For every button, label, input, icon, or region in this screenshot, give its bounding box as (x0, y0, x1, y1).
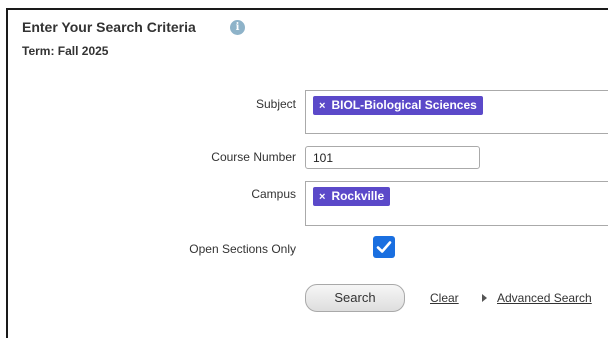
open-sections-checkbox[interactable] (373, 236, 395, 258)
subject-select[interactable]: × BIOL-Biological Sciences (305, 90, 608, 134)
subject-chip-label: BIOL-Biological Sciences (331, 98, 477, 112)
campus-chip: × Rockville (313, 187, 391, 207)
campus-select[interactable]: × Rockville (305, 181, 608, 226)
page-title: Enter Your Search Criteria (22, 19, 196, 35)
checkmark-icon (376, 241, 392, 253)
search-button[interactable]: Search (305, 284, 405, 312)
subject-chip: × BIOL-Biological Sciences (313, 96, 483, 115)
clear-link[interactable]: Clear (430, 291, 459, 305)
course-number-label: Course Number (211, 150, 296, 164)
advanced-search-link[interactable]: Advanced Search (497, 291, 592, 305)
campus-label: Campus (251, 187, 296, 201)
chip-remove-icon[interactable]: × (319, 97, 325, 116)
campus-chip-label: Rockville (331, 189, 385, 203)
term-label: Term: Fall 2025 (22, 44, 109, 58)
course-number-input[interactable] (305, 146, 480, 169)
caret-right-icon (482, 294, 487, 302)
subject-label: Subject (255, 97, 296, 111)
open-sections-label: Open Sections Only (189, 242, 296, 256)
info-icon[interactable]: i (230, 20, 245, 35)
chip-remove-icon[interactable]: × (319, 188, 325, 207)
